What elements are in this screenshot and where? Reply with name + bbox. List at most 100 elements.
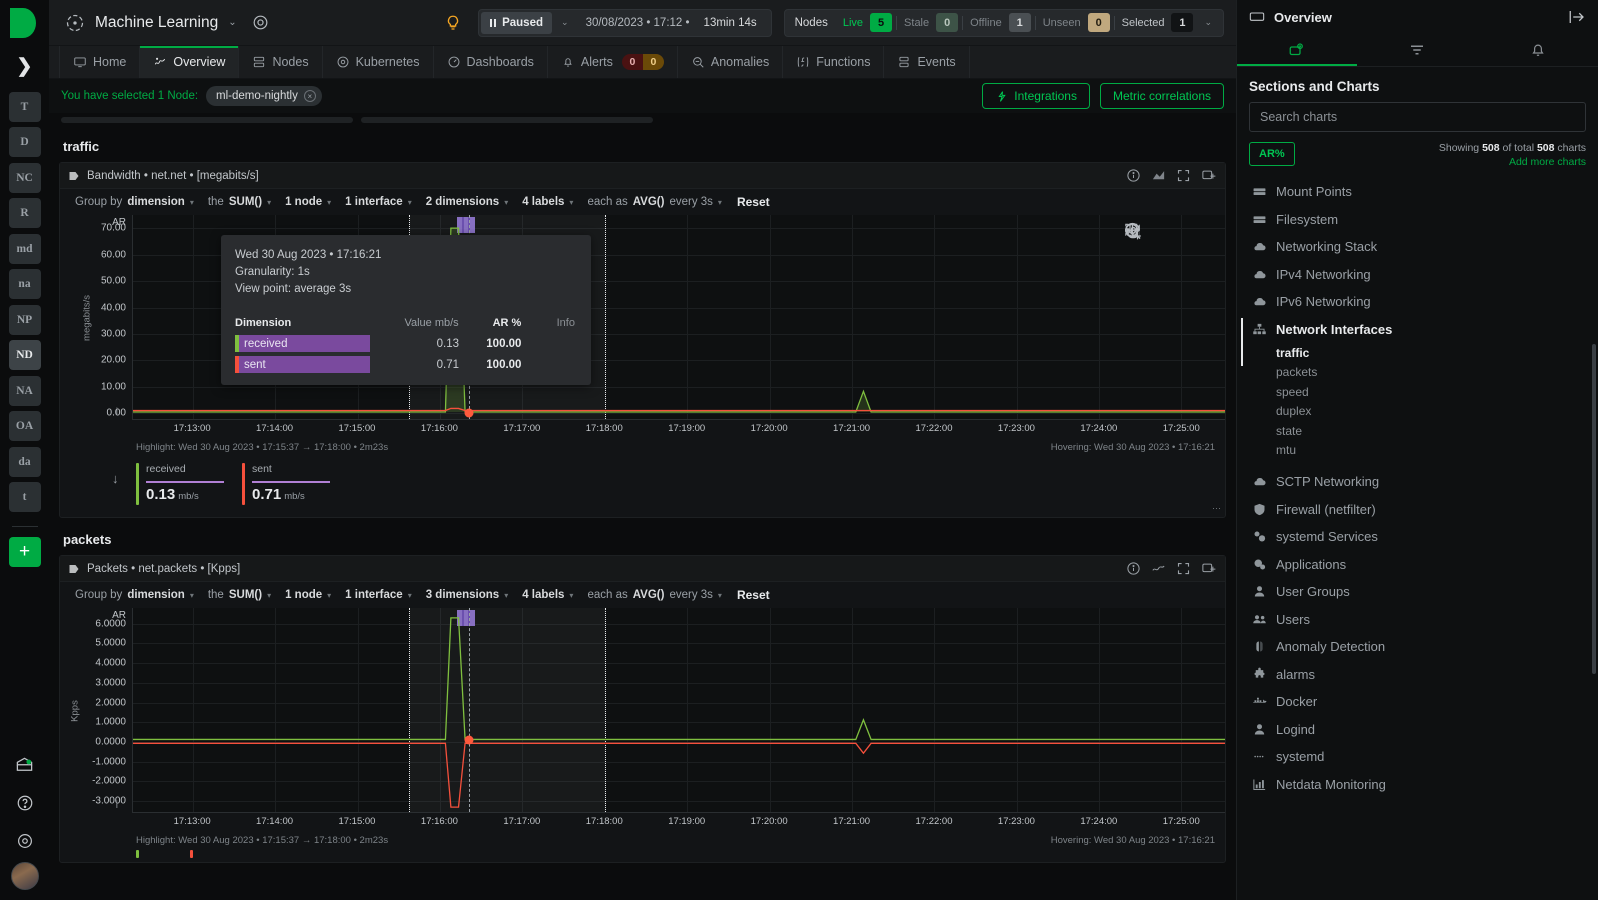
inbox-icon[interactable] (9, 748, 41, 782)
tab-dashboards[interactable]: Dashboards (434, 46, 548, 78)
info-icon[interactable] (1126, 561, 1142, 577)
chevron-down-icon[interactable]: ▾ (569, 591, 573, 600)
chart-filter-3-dimensions[interactable]: 3 dimensions▾ (419, 589, 516, 601)
chevron-down-icon[interactable]: ▾ (267, 198, 271, 207)
space-badge-md[interactable]: md (9, 234, 41, 264)
space-badge-t[interactable]: T (9, 92, 41, 122)
section-item-docker[interactable]: Docker (1237, 688, 1598, 716)
section-item-filesystem[interactable]: Filesystem (1237, 206, 1598, 234)
chart-item-speed[interactable]: speed (1237, 382, 1598, 402)
space-badge-d[interactable]: D (9, 127, 41, 157)
netdata-logo-icon[interactable] (0, 0, 49, 46)
chart-item-packets[interactable]: packets (1237, 363, 1598, 383)
section-item-netdata-monitoring[interactable]: Netdata Monitoring (1237, 771, 1598, 799)
tab-alerts[interactable]: Alerts00 (548, 46, 678, 78)
collapse-right-icon[interactable] (1568, 8, 1586, 26)
chart-filter-dimension[interactable]: Group bydimension▾ (68, 196, 201, 208)
section-item-anomaly-detection[interactable]: Anomaly Detection (1237, 633, 1598, 661)
space-badge-oa[interactable]: OA (9, 411, 41, 441)
nodes-dropdown-caret-icon[interactable]: ⌄ (1197, 17, 1219, 28)
chevron-down-icon[interactable]: ▾ (327, 591, 331, 600)
time-range-duration[interactable]: 13min 14s (698, 17, 769, 29)
tab-filters[interactable] (1357, 34, 1477, 66)
section-item-sctp-networking[interactable]: SCTP Networking (1237, 468, 1598, 496)
critical-alerts-count[interactable]: 0 (622, 54, 643, 70)
space-badge-da[interactable]: da (9, 447, 41, 477)
chart-type-icon[interactable] (1151, 168, 1167, 184)
chevron-down-icon[interactable]: ▾ (718, 591, 722, 600)
gear-icon[interactable] (251, 13, 271, 33)
space-badge-nd[interactable]: ND (9, 340, 41, 370)
chart-item-state[interactable]: state (1237, 421, 1598, 441)
section-item-ipv6-networking[interactable]: IPv6 Networking (1237, 288, 1598, 316)
section-item-user-groups[interactable]: User Groups (1237, 578, 1598, 606)
settings-icon[interactable] (9, 824, 41, 858)
section-item-users[interactable]: Users (1237, 606, 1598, 634)
integrations-button[interactable]: Integrations (982, 83, 1090, 109)
chevron-down-icon[interactable]: ▾ (504, 198, 508, 207)
space-badge-nc[interactable]: NC (9, 163, 41, 193)
chevron-down-icon[interactable]: ▾ (190, 198, 194, 207)
chevron-down-icon[interactable]: ▾ (718, 198, 722, 207)
plot-canvas-traffic[interactable]: Wed 30 Aug 2023 • 17:16:21Granularity: 1… (132, 215, 1225, 420)
tab-alerts[interactable] (1478, 34, 1598, 66)
pause-resume-button[interactable]: Paused (481, 12, 552, 34)
space-badge-na[interactable]: na (9, 269, 41, 299)
section-item-mount-points[interactable]: Mount Points (1237, 178, 1598, 206)
nodes-stat-value-offline[interactable]: 1 (1009, 13, 1031, 32)
avatar[interactable] (11, 862, 39, 890)
chevron-down-icon[interactable]: ▾ (408, 591, 412, 600)
rail-expand-icon[interactable]: ❯ (0, 46, 49, 86)
nodes-stat-value-live[interactable]: 5 (870, 13, 892, 32)
space-badge-r[interactable]: R (9, 198, 41, 228)
chart-filter-avg-[interactable]: each asAVG()every 3s▾ (580, 589, 729, 601)
selected-node-chip[interactable]: ml-demo-nightly × (206, 86, 322, 106)
legend-item-received[interactable] (136, 850, 172, 858)
section-item-alarms[interactable]: alarms (1237, 661, 1598, 689)
fullscreen-icon[interactable] (1176, 168, 1192, 184)
tab-anomalies[interactable]: Anomalies (678, 46, 783, 78)
tab-nodes[interactable]: Nodes (239, 46, 322, 78)
chart-filter-4-labels[interactable]: 4 labels▾ (515, 196, 580, 208)
help-icon[interactable] (9, 786, 41, 820)
workspace-dropdown-caret-icon[interactable]: ⌄ (228, 17, 236, 28)
nodes-summary[interactable]: Nodes Live5Stale0Offline1Unseen0Selected… (784, 9, 1224, 37)
plot-canvas-packets[interactable] (132, 608, 1225, 813)
chart-item-traffic[interactable]: traffic (1237, 343, 1598, 363)
chart-filter-4-labels[interactable]: 4 labels▾ (515, 589, 580, 601)
ar-percent-chip[interactable]: AR% (1249, 142, 1295, 166)
tab-kubernetes[interactable]: Kubernetes (323, 46, 434, 78)
plot-packets[interactable]: Kpps AR 6.00005.00004.00003.00002.00001.… (60, 608, 1225, 813)
section-item-networking-stack[interactable]: Networking Stack (1237, 233, 1598, 261)
chevron-down-icon[interactable]: ▾ (569, 198, 573, 207)
legend-item-received[interactable]: received0.13mb/s (136, 463, 224, 505)
chevron-down-icon[interactable]: ▾ (190, 591, 194, 600)
warning-alerts-count[interactable]: 0 (643, 54, 664, 70)
section-item-firewall-netfilter-[interactable]: Firewall (netfilter) (1237, 496, 1598, 524)
chart-reset-button[interactable]: Reset (729, 195, 778, 209)
info-icon[interactable] (1126, 168, 1142, 184)
time-picker[interactable]: Paused ⌄ 30/08/2023 • 17:12 • 13min 14s (478, 9, 772, 37)
chart-filter-sum-[interactable]: theSUM()▾ (201, 196, 278, 208)
chart-filter-1-node[interactable]: 1 node▾ (278, 196, 338, 208)
nodes-stat-value-stale[interactable]: 0 (936, 13, 958, 32)
nodes-stat-value-selected[interactable]: 1 (1171, 13, 1193, 32)
chart-filter-dimension[interactable]: Group bydimension▾ (68, 589, 201, 601)
section-item-logind[interactable]: Logind (1237, 716, 1598, 744)
time-range-date[interactable]: 30/08/2023 • 17:12 • (578, 17, 698, 29)
chevron-down-icon[interactable]: ▾ (327, 198, 331, 207)
add-to-dashboard-icon[interactable] (1201, 168, 1217, 184)
bulb-icon[interactable] (444, 14, 462, 32)
tab-overview[interactable]: Overview (140, 46, 239, 78)
chart-type-icon[interactable] (1151, 561, 1167, 577)
resize-grip[interactable]: ⋯ (1212, 503, 1221, 514)
section-item-network-interfaces[interactable]: Network Interfaces (1237, 316, 1598, 344)
section-item-ipv4-networking[interactable]: IPv4 Networking (1237, 261, 1598, 289)
tab-home[interactable]: Home (59, 46, 140, 78)
charts-scroll-area[interactable]: traffic Bandwidth • net.net • [megabits/… (49, 113, 1236, 900)
plot-traffic[interactable]: megabits/s AR 70.0060.0050.0040.0030.002… (60, 215, 1225, 420)
space-badge-t[interactable]: t (9, 482, 41, 512)
add-space-button[interactable]: + (9, 537, 41, 567)
sections-list[interactable]: Mount PointsFilesystemNetworking StackIP… (1237, 174, 1598, 900)
chart-filter-1-interface[interactable]: 1 interface▾ (338, 196, 419, 208)
